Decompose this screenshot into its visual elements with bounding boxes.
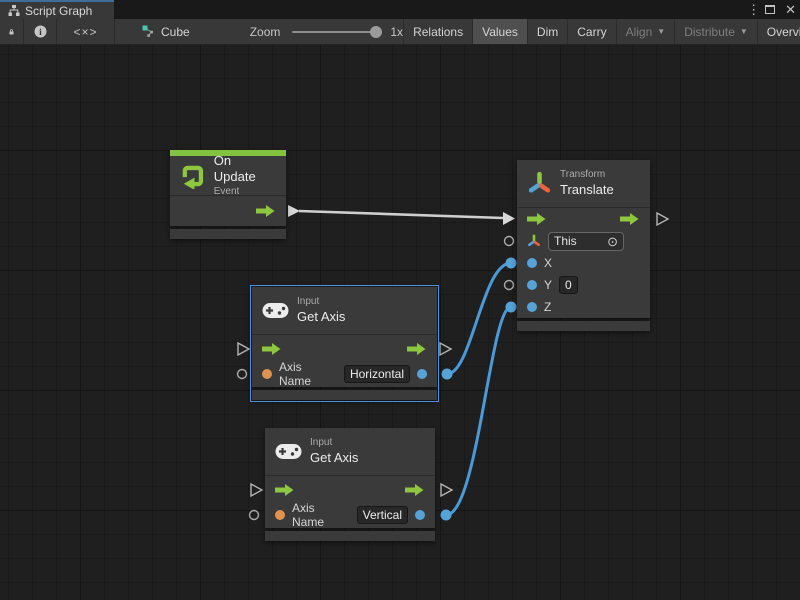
lock-button[interactable] — [0, 19, 24, 44]
graph-name: Cube — [161, 25, 190, 39]
zoom-label: Zoom — [250, 25, 281, 39]
value-connection-vertical-z[interactable] — [441, 302, 517, 521]
y-input-row: Y 0 — [517, 274, 650, 296]
node-footer — [252, 390, 437, 400]
lock-icon — [9, 26, 14, 38]
axis-name-label: Axis Name — [279, 360, 337, 388]
zoom-slider-knob[interactable] — [370, 26, 382, 38]
node-title: On Update — [214, 153, 276, 186]
zoom-value: 1x — [390, 25, 403, 39]
node-subtitle: Event — [214, 186, 276, 199]
on-update-loop-icon — [180, 163, 206, 189]
flow-row — [265, 476, 435, 504]
flow-arrow-icon[interactable] — [620, 213, 640, 225]
carry-button[interactable]: Carry — [568, 19, 616, 44]
chevron-down-icon: ▼ — [657, 27, 665, 36]
value-connection-horizontal-x[interactable] — [442, 258, 517, 380]
axis-name-field[interactable]: Horizontal — [344, 365, 410, 383]
overview-button[interactable]: Overview — [758, 19, 800, 44]
gamepad-icon — [275, 443, 302, 460]
port-translate-flow-output[interactable] — [657, 213, 668, 225]
relations-button[interactable]: Relations — [404, 19, 473, 44]
close-icon[interactable]: ✕ — [785, 3, 796, 16]
code-view-button[interactable]: <×> — [57, 19, 115, 44]
node-get-axis-horizontal[interactable]: Input Get Axis Axis Name Horizontal — [252, 287, 437, 400]
port-translate-target-input[interactable] — [505, 237, 514, 246]
values-button[interactable]: Values — [473, 19, 528, 44]
transform-icon-small — [527, 234, 541, 248]
axis-name-row: Axis Name Horizontal — [252, 363, 437, 387]
axis-name-field[interactable]: Vertical — [357, 506, 408, 524]
node-footer — [517, 321, 650, 331]
port-translate-y-input[interactable] — [505, 281, 514, 290]
node-title: Translate — [560, 182, 614, 198]
node-category: Input — [297, 296, 345, 309]
flow-arrow-icon[interactable] — [275, 484, 295, 496]
port-getaxis-v-flow-input[interactable] — [251, 484, 262, 496]
string-port-dot[interactable] — [262, 369, 272, 379]
flow-row — [252, 335, 437, 363]
align-dropdown[interactable]: Align▼ — [617, 19, 676, 44]
value-output-dot[interactable] — [417, 369, 427, 379]
flow-arrow-icon[interactable] — [527, 213, 547, 225]
target-row: This ⊙ — [517, 230, 650, 252]
node-category: Input — [310, 437, 358, 450]
z-label: Z — [544, 300, 551, 314]
node-footer — [170, 229, 286, 239]
port-getaxis-h-flow-input[interactable] — [238, 343, 249, 355]
value-port-dot[interactable] — [527, 302, 537, 312]
tab-script-graph[interactable]: Script Graph — [0, 0, 114, 19]
flow-arrow-icon[interactable] — [256, 205, 276, 217]
axis-name-row: Axis Name Vertical — [265, 504, 435, 528]
distribute-dropdown[interactable]: Distribute▼ — [675, 19, 758, 44]
port-getaxis-v-name-input[interactable] — [250, 511, 259, 520]
y-value-field[interactable]: 0 — [559, 276, 578, 294]
port-getaxis-v-flow-output[interactable] — [441, 484, 452, 496]
axis-name-label: Axis Name — [292, 501, 350, 529]
x-input-row: X — [517, 252, 650, 274]
info-button[interactable]: i — [24, 19, 57, 44]
graph-asset-icon — [142, 25, 155, 38]
node-category: Transform — [560, 169, 614, 182]
node-translate[interactable]: Transform Translate This — [517, 160, 650, 331]
chevron-down-icon: ▼ — [740, 27, 748, 36]
flow-arrow-icon[interactable] — [262, 343, 282, 355]
window-menu-icon[interactable]: ⋮ — [747, 3, 755, 16]
node-get-axis-vertical[interactable]: Input Get Axis Axis Name Vertical — [265, 428, 435, 541]
x-label: X — [544, 256, 552, 270]
node-on-update[interactable]: On Update Event — [170, 150, 286, 239]
y-label: Y — [544, 278, 552, 292]
graph-toolbar: i <×> Cube Zoom 1x Relations Values Dim … — [0, 19, 800, 45]
target-object-field[interactable]: This ⊙ — [548, 232, 624, 251]
value-port-dot[interactable] — [527, 280, 537, 290]
node-title: Get Axis — [310, 450, 358, 466]
port-getaxis-h-flow-output[interactable] — [440, 343, 451, 355]
graph-canvas[interactable]: On Update Event Transform — [0, 45, 800, 600]
zoom-slider[interactable] — [292, 31, 380, 33]
flow-connection-onupdate-translate[interactable] — [288, 205, 515, 225]
graph-hierarchy-icon — [8, 5, 20, 16]
string-port-dot[interactable] — [275, 510, 285, 520]
z-input-row: Z — [517, 296, 650, 318]
object-picker-icon[interactable]: ⊙ — [607, 235, 618, 248]
gamepad-icon — [262, 302, 289, 319]
value-port-dot[interactable] — [527, 258, 537, 268]
node-footer — [265, 531, 435, 541]
maximize-icon[interactable] — [765, 5, 775, 14]
tab-title: Script Graph — [25, 4, 92, 18]
transform-icon — [527, 171, 552, 196]
flow-arrow-icon[interactable] — [405, 484, 425, 496]
node-title: Get Axis — [297, 309, 345, 325]
port-getaxis-h-name-input[interactable] — [238, 370, 247, 379]
code-view-icon: <×> — [73, 25, 97, 39]
svg-text:i: i — [39, 28, 42, 38]
flow-row — [517, 208, 650, 230]
value-output-dot[interactable] — [415, 510, 425, 520]
window-titlebar: Script Graph ⋮ ✕ — [0, 0, 800, 19]
dim-button[interactable]: Dim — [528, 19, 568, 44]
flow-arrow-icon[interactable] — [407, 343, 427, 355]
flow-row — [170, 196, 286, 226]
info-icon: i — [34, 25, 47, 38]
breadcrumb[interactable]: Cube — [142, 25, 190, 39]
